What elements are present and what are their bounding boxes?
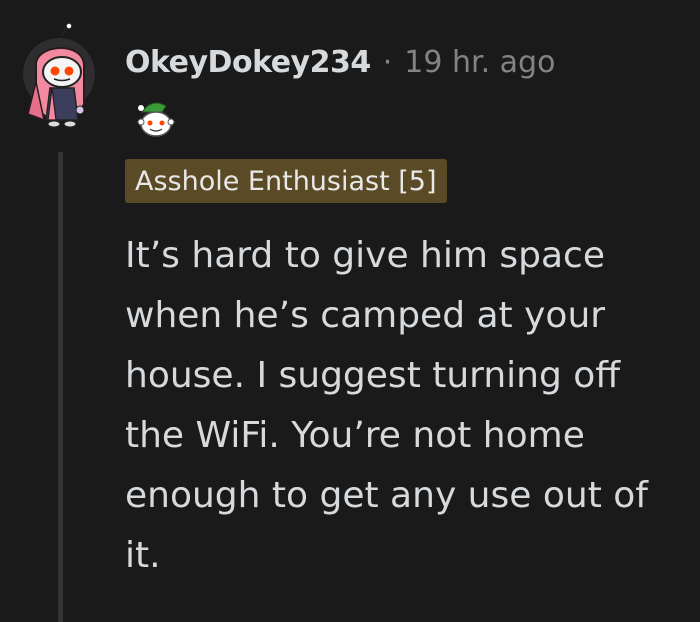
comment-header: OkeyDokey234 · 19 hr. ago [125, 40, 555, 84]
thread-collapse-line[interactable] [58, 152, 63, 622]
user-avatar[interactable] [22, 22, 96, 130]
user-flair: Asshole Enthusiast [5] [125, 159, 447, 203]
elf-hat-award-icon [137, 102, 175, 137]
comment-body: It’s hard to give him space when he’s ca… [125, 235, 648, 576]
snoo-avatar-icon [23, 22, 95, 128]
username-link[interactable]: OkeyDokey234 [125, 45, 371, 80]
meta-separator: · [382, 44, 393, 80]
award-badge[interactable] [132, 96, 178, 142]
timestamp-link[interactable]: 19 hr. ago [404, 45, 555, 80]
